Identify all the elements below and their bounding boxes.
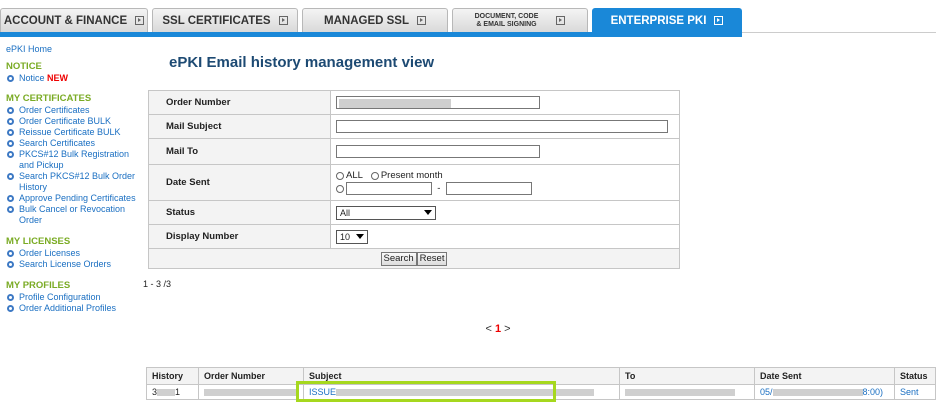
to-cell [619,384,755,400]
expand-icon [714,16,724,25]
divider [742,32,936,33]
mail-to-input[interactable] [336,145,540,158]
page-title: ePKI Email history management view [169,54,435,71]
sidebar-heading-notice: NOTICE [6,61,42,72]
sidebar-epki-home[interactable]: ePKI Home [6,44,140,55]
tab-document-code-email-signing[interactable]: DOCUMENT, CODE & EMAIL SIGNING [452,8,588,32]
sidebar-heading-licenses: MY LICENSES [6,236,71,247]
status-select[interactable]: All [336,205,436,220]
radio-date-range[interactable] [336,184,344,193]
sidebar-item-pkcs12-bulk[interactable]: PKCS#12 Bulk Registration and Pickup [6,149,140,171]
bullet-icon [7,261,14,268]
redacted-value [625,389,735,397]
tab-label: ACCOUNT & FINANCE [3,14,128,27]
column-status: Status [894,367,936,385]
bullet-icon [7,250,14,257]
date-from-input[interactable] [346,182,432,196]
tab-enterprise-pki[interactable]: ENTERPRISE PKI [592,8,742,32]
subject-highlight-box [296,381,556,402]
date-sent-cell: 05/8:00) [754,384,895,400]
expand-icon [135,16,145,25]
redacted-value [772,389,863,397]
display-number-select[interactable]: 10 [336,229,368,244]
sidebar-item-order-certificates[interactable]: Order Certificates [6,105,140,116]
sidebar-heading-profiles: MY PROFILES [6,280,71,291]
date-to-input[interactable] [445,182,532,196]
radio-all[interactable] [336,171,344,180]
status-cell[interactable]: Sent [894,384,936,400]
bullet-icon [7,140,14,147]
sidebar-item-notice[interactable]: Notice NEW [6,73,140,84]
radio-present-month[interactable] [370,171,379,180]
tab-label: ENTERPRISE PKI [610,14,707,27]
order-number-label: Order Number [148,90,331,115]
sidebar-item-bulk-cancel[interactable]: Bulk Cancel or Revocation Order [6,204,140,226]
bullet-icon [7,151,14,158]
column-history: History [146,367,199,385]
sidebar-item-search-certificates[interactable]: Search Certificates [6,138,140,149]
bullet-icon [7,118,14,125]
tab-account-finance[interactable]: ACCOUNT & FINANCE [0,8,148,32]
tab-label: MANAGED SSL [324,14,409,27]
sidebar-item-order-additional-profiles[interactable]: Order Additional Profiles [6,303,140,314]
redacted-value [339,98,451,108]
prev-page[interactable]: < [485,323,491,335]
expand-icon [278,16,288,25]
new-badge: NEW [47,73,69,83]
chevron-down-icon [356,234,364,239]
sidebar: ePKI Home NOTICE Notice NEW MY CERTIFICA… [6,44,140,314]
column-date-sent: Date Sent [754,367,895,385]
search-button[interactable]: Search [380,251,417,266]
mail-subject-label: Mail Subject [148,114,331,139]
sidebar-item-profile-configuration[interactable]: Profile Configuration [6,292,140,303]
column-to: To [619,367,755,385]
result-count: 1 - 3 /3 [143,279,172,289]
sidebar-item-order-licenses[interactable]: Order Licenses [6,248,140,259]
order-number-cell [198,384,304,400]
bullet-icon [7,305,14,312]
sidebar-item-reissue-certificate-bulk[interactable]: Reissue Certificate BULK [6,127,140,138]
next-page[interactable]: > [504,323,510,335]
sidebar-item-search-license-orders[interactable]: Search License Orders [6,259,140,270]
redacted-value [204,389,298,397]
top-navigation: ACCOUNT & FINANCE SSL CERTIFICATES MANAG… [0,0,936,38]
bullet-icon [7,107,14,114]
bullet-icon [7,294,14,301]
bullet-icon [7,195,14,202]
mail-subject-input[interactable] [336,120,668,133]
reset-button[interactable]: Reset [416,251,448,266]
display-number-label: Display Number [148,224,331,249]
date-sent-label: Date Sent [148,164,331,201]
bullet-icon [7,75,14,82]
bullet-icon [7,129,14,136]
sidebar-item-order-certificate-bulk[interactable]: Order Certificate BULK [6,116,140,127]
tab-label-line2: & EMAIL SIGNING [476,20,537,28]
history-cell[interactable]: 31 [146,384,199,400]
bullet-icon [7,173,14,180]
status-label: Status [148,200,331,225]
mail-to-label: Mail To [148,138,331,165]
sidebar-item-search-pkcs12-history[interactable]: Search PKCS#12 Bulk Order History [6,171,140,193]
sidebar-heading-certificates: MY CERTIFICATES [6,93,92,104]
tab-label: SSL CERTIFICATES [162,14,271,27]
tab-ssl-certificates[interactable]: SSL CERTIFICATES [152,8,298,32]
tab-label-line1: DOCUMENT, CODE [474,12,539,20]
pagination: < 1 > [0,323,936,335]
order-number-input[interactable] [336,96,540,109]
search-form: Order Number Mail Subject Mail To Date S… [148,90,680,269]
column-order-number: Order Number [198,367,304,385]
bullet-icon [7,206,14,213]
expand-icon [556,16,566,25]
sidebar-item-approve-pending[interactable]: Approve Pending Certificates [6,193,140,204]
current-page[interactable]: 1 [495,323,501,335]
tab-managed-ssl[interactable]: MANAGED SSL [302,8,448,32]
redacted-value [157,389,176,397]
chevron-down-icon [424,210,432,215]
tab-underline [0,32,742,37]
expand-icon [416,16,426,25]
